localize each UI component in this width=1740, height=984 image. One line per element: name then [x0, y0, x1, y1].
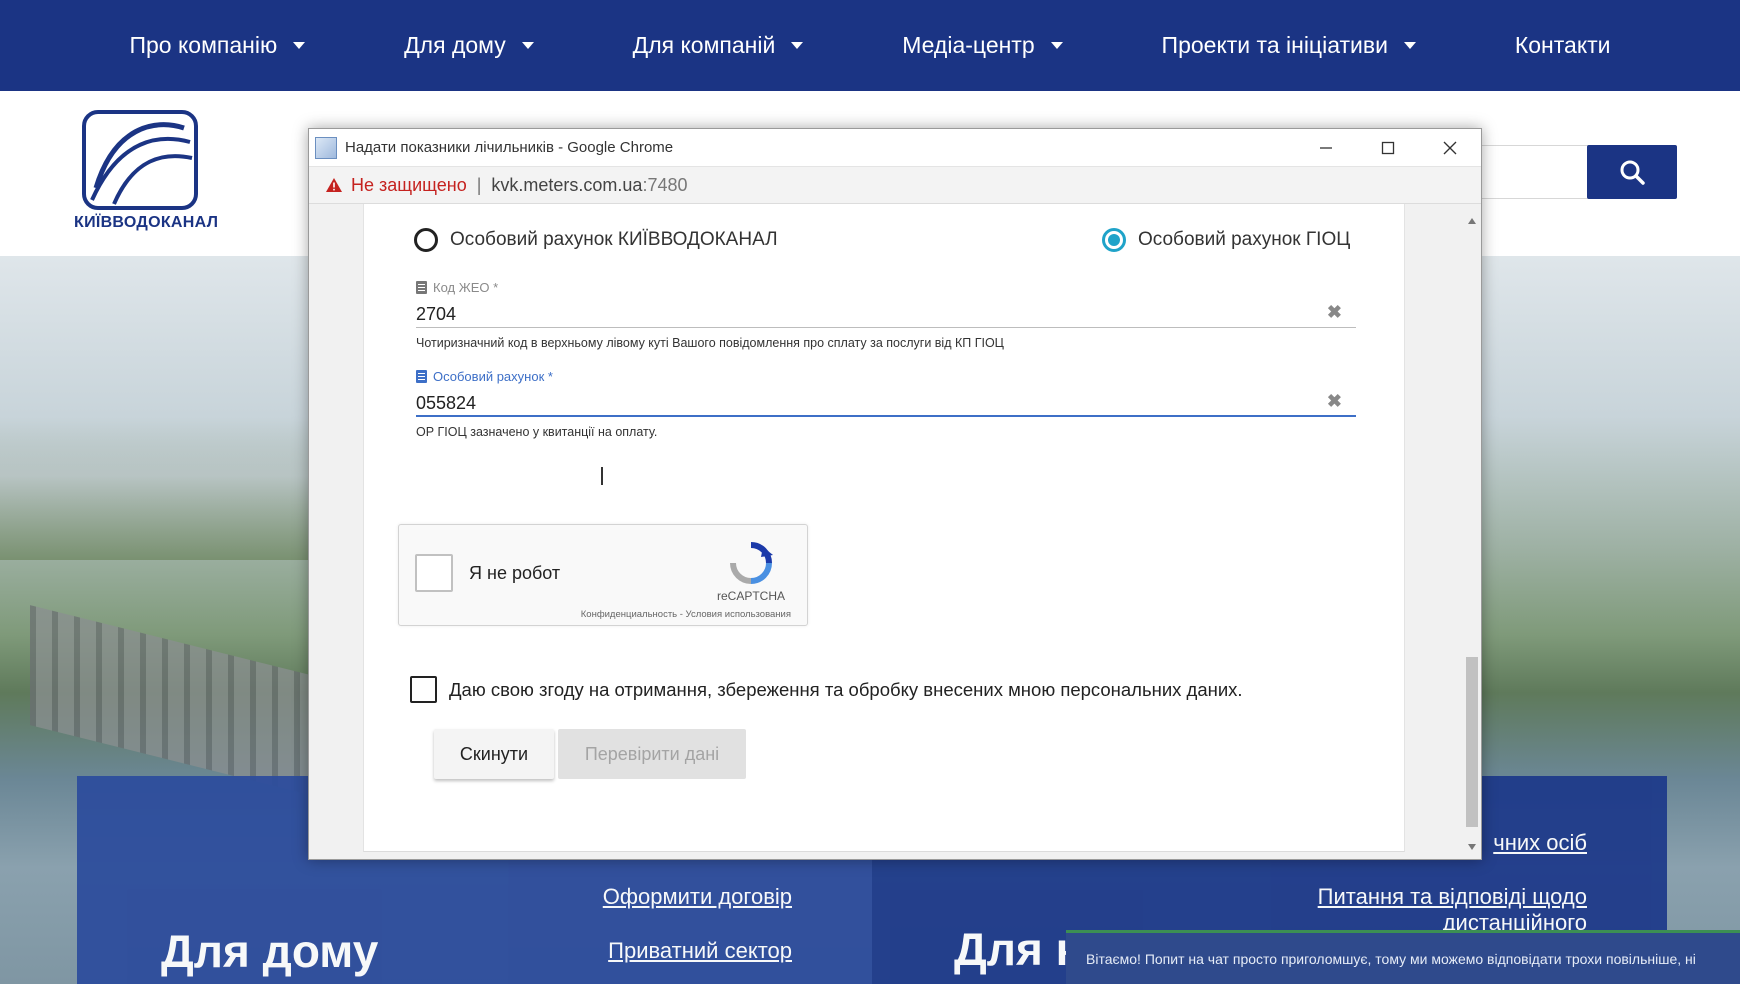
popup-content: Особовий рахунок КИЇВВОДОКАНАЛ Особовий …: [309, 204, 1481, 859]
search-input[interactable]: [1480, 145, 1590, 199]
recaptcha-checkbox[interactable]: [415, 554, 453, 592]
url-host: kvk.meters.com.ua: [491, 174, 643, 195]
scroll-down-icon[interactable]: [1468, 844, 1476, 850]
zheo-label: Код ЖЕО *: [416, 278, 1356, 296]
maximize-button[interactable]: [1357, 129, 1419, 167]
warning-icon: [326, 178, 342, 192]
nav-home[interactable]: Для дому: [404, 32, 534, 59]
search-button[interactable]: [1587, 145, 1677, 199]
nav-about-label: Про компанію: [129, 32, 278, 58]
zheo-field: Код ЖЕО * ✖ Чотиризначний код в верхньом…: [416, 278, 1356, 350]
radio-giots-circle[interactable]: [1102, 228, 1126, 252]
chevron-down-icon: [521, 42, 534, 49]
popup-window: Надати показники лічильників - Google Ch…: [308, 128, 1482, 860]
text-cursor-icon: [601, 467, 603, 485]
chevron-down-icon: [1403, 42, 1416, 49]
consent-row[interactable]: Даю свою згоду на отримання, збереження …: [410, 676, 1243, 703]
chat-notice-text: Вітаємо! Попит на чат просто приголомшує…: [1086, 950, 1696, 967]
account-hint: ОР ГІОЦ зазначено у квитанції на оплату.: [416, 425, 658, 439]
reset-button[interactable]: Скинути: [434, 729, 554, 779]
radio-kyivvodokanal-circle[interactable]: [414, 228, 438, 252]
nav-media[interactable]: Медіа-центр: [902, 32, 1063, 59]
recaptcha-links[interactable]: Конфиденциальность - Условия использован…: [581, 609, 791, 620]
account-label: Особовий рахунок *: [416, 367, 1356, 385]
url-port: :7480: [642, 174, 688, 195]
zheo-label-text: Код ЖЕО *: [433, 279, 499, 295]
minimize-button[interactable]: [1295, 129, 1357, 167]
document-icon: [416, 280, 427, 294]
radio-kyivvodokanal[interactable]: Особовий рахунок КИЇВВОДОКАНАЛ: [414, 228, 778, 252]
nav-companies-label: Для компаній: [632, 32, 776, 58]
nav-contacts[interactable]: Контакти: [1515, 32, 1611, 59]
account-field: Особовий рахунок * ✖ ОР ГІОЦ зазначено у…: [416, 367, 1356, 439]
search-icon: [1620, 160, 1645, 185]
address-bar[interactable]: Не защищено | kvk.meters.com.ua:7480: [309, 167, 1481, 204]
radio-kyivvodokanal-label: Особовий рахунок КИЇВВОДОКАНАЛ: [450, 229, 778, 250]
logo-text: КИЇВВОДОКАНАЛ: [74, 214, 219, 231]
zheo-input[interactable]: [416, 296, 1356, 328]
link-private-sector[interactable]: Приватний сектор: [608, 938, 792, 964]
link-contract[interactable]: Оформити договір: [603, 884, 792, 910]
recaptcha-widget: Я не робот reCAPTCHA Конфиденциальность …: [398, 524, 808, 626]
recaptcha-label: Я не робот: [469, 563, 561, 583]
radio-giots[interactable]: Особовий рахунок ГІОЦ: [1102, 228, 1350, 252]
check-data-button[interactable]: Перевірити дані: [558, 729, 746, 779]
maximize-icon: [1381, 141, 1395, 154]
scroll-up-icon[interactable]: [1468, 218, 1476, 224]
window-title: Надати показники лічильників - Google Ch…: [345, 139, 674, 156]
minimize-icon: [1320, 146, 1332, 149]
clear-zheo-icon[interactable]: ✖: [1327, 302, 1342, 323]
chevron-down-icon: [791, 42, 804, 49]
hero-city: [0, 420, 310, 560]
nav-media-label: Медіа-центр: [902, 32, 1035, 58]
chevron-down-icon: [1050, 42, 1063, 49]
link-faq[interactable]: Питання та відповіді щодо: [1318, 884, 1587, 910]
nav-projects[interactable]: Проекти та ініціативи: [1162, 32, 1416, 59]
radio-giots-label: Особовий рахунок ГІОЦ: [1138, 229, 1351, 250]
nav-companies[interactable]: Для компаній: [633, 32, 804, 59]
zheo-hint: Чотиризначний код в верхньому лівому кут…: [416, 336, 1004, 350]
chevron-down-icon: [293, 42, 306, 49]
nav-about[interactable]: Про компанію: [129, 32, 306, 59]
consent-checkbox[interactable]: [410, 676, 437, 703]
chat-notice[interactable]: Вітаємо! Попит на чат просто приголомшує…: [1066, 930, 1740, 984]
top-navigation: Про компанію Для дому Для компаній Медіа…: [0, 0, 1740, 91]
link-legal-entities[interactable]: чних осіб: [1493, 830, 1587, 856]
nav-contacts-label: Контакти: [1514, 32, 1611, 58]
close-button[interactable]: [1419, 129, 1481, 167]
recaptcha-logo-icon: [730, 542, 773, 584]
clear-account-icon[interactable]: ✖: [1327, 391, 1342, 412]
document-icon: [416, 369, 427, 383]
account-label-text: Особовий рахунок *: [433, 368, 553, 384]
recaptcha-brand: reCAPTCHA: [717, 589, 786, 603]
nav-home-label: Для дому: [404, 32, 506, 58]
account-input[interactable]: [416, 385, 1356, 417]
close-icon: [1443, 141, 1457, 154]
page-favicon-icon: [315, 136, 337, 159]
address-separator: |: [476, 174, 482, 195]
window-titlebar[interactable]: Надати показники лічильників - Google Ch…: [309, 129, 1481, 167]
meter-form: Особовий рахунок КИЇВВОДОКАНАЛ Особовий …: [363, 204, 1405, 852]
consent-text: Даю свою згоду на отримання, збереження …: [449, 678, 1243, 700]
scrollbar-thumb[interactable]: [1466, 657, 1478, 827]
nav-projects-label: Проекти та ініціативи: [1161, 32, 1388, 58]
panel-companies-title: Для к: [954, 923, 1079, 975]
security-label[interactable]: Не защищено: [351, 175, 467, 196]
scrollbar[interactable]: [1463, 204, 1481, 859]
panel-home-title: Для дому: [161, 925, 379, 977]
